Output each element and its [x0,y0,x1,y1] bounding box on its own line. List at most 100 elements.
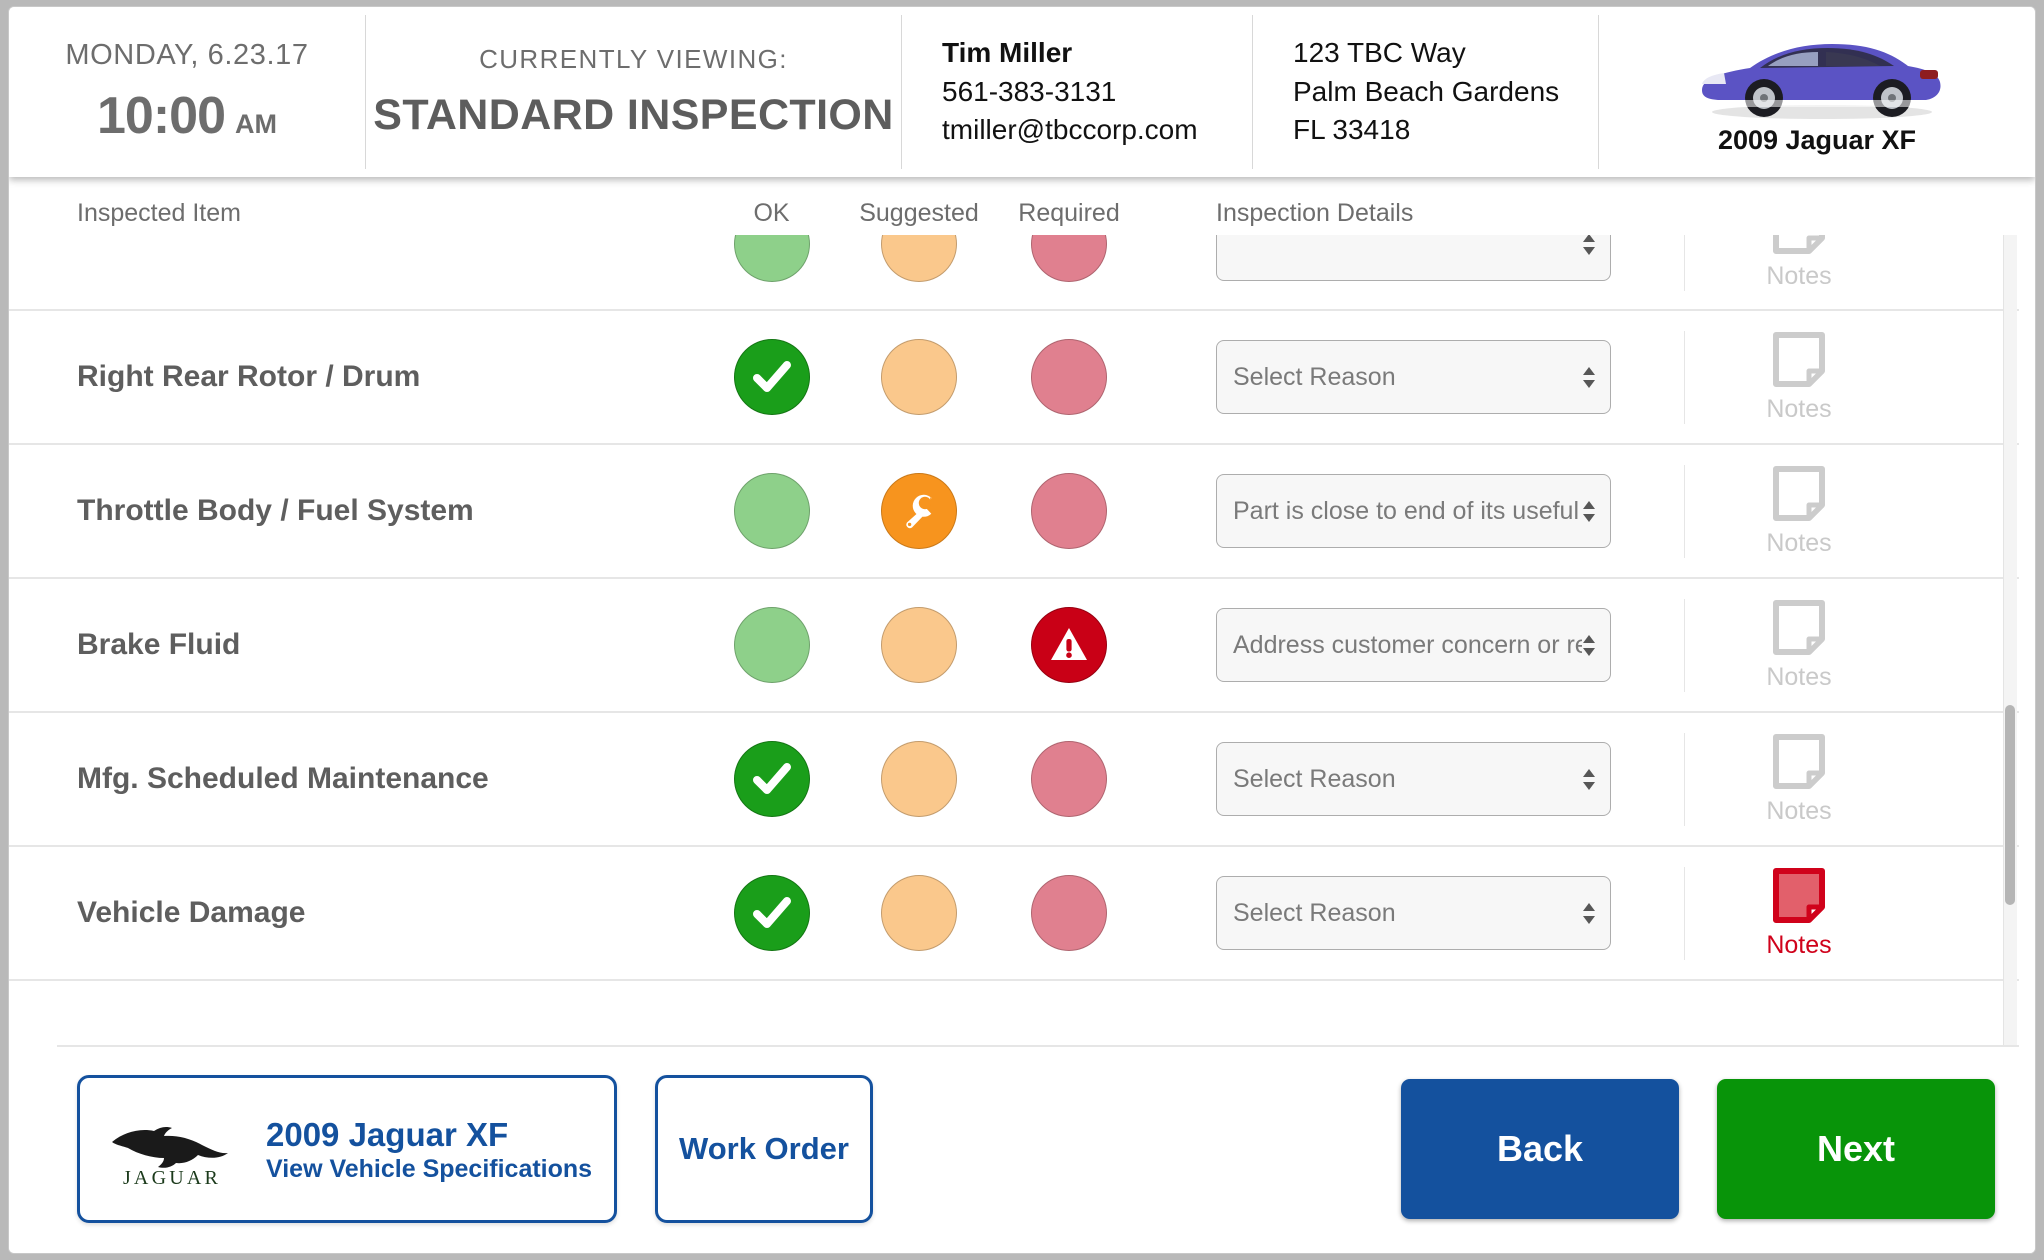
required-status-cell [994,741,1144,817]
column-header-item: Inspected Item [77,198,241,227]
notes-label: Notes [1766,261,1832,290]
required-status-cell [994,473,1144,549]
notes-icon[interactable] [1771,235,1827,256]
reason-select[interactable]: Select Reason [1216,742,1611,816]
reason-select-value: Select Reason [1233,764,1396,793]
required-status-cell [994,875,1144,951]
notes-cell[interactable]: Notes [1684,598,1914,692]
inspection-details-cell: Address customer concern or request. [1144,608,1684,682]
alert-icon[interactable] [1031,607,1107,683]
inspection-details-cell [1144,235,1684,281]
header-datetime: MONDAY, 6.23.17 10:00 AM [9,7,365,177]
inspected-item-label: Vehicle Damage [77,896,306,929]
table-row: Right Rear Rotor / Drum Select Reason Note… [9,311,2019,445]
inspection-details-cell: Select Reason [1144,340,1684,414]
notes-cell[interactable]: Notes [1684,235,1914,291]
table-row: Vehicle Damage Select Reason Notes [9,847,2019,981]
ok-status-cell [699,473,844,549]
notes-label: Notes [1766,394,1832,423]
current-time-group: 10:00 AM [97,86,277,146]
ok-toggle[interactable] [733,607,810,683]
column-header-suggested: Suggested [859,198,979,227]
ok-checked-icon[interactable] [733,875,810,951]
header-currently-viewing: CURRENTLY VIEWING: STANDARD INSPECTION [366,7,901,177]
ok-checked-icon[interactable] [733,741,810,817]
required-toggle[interactable] [1031,875,1107,951]
header-contact: Tim Miller 561-383-3131 tmiller@tbccorp.… [902,7,1252,177]
required-toggle[interactable] [1031,741,1107,817]
scrollbar-track[interactable] [2003,235,2017,1045]
select-spinner-icon[interactable] [1582,634,1596,656]
notes-icon[interactable] [1771,465,1827,523]
reason-select[interactable]: Part is close to end of its useful life. [1216,474,1611,548]
select-spinner-icon[interactable] [1582,902,1596,924]
ok-toggle[interactable] [733,235,810,282]
inspection-type-title: STANDARD INSPECTION [373,91,894,139]
select-spinner-icon[interactable] [1582,235,1596,255]
vehicle-button-subtitle: View Vehicle Specifications [266,1155,593,1184]
notes-cell[interactable]: Notes [1684,464,1914,558]
address-state-zip: FL 33418 [1293,114,1411,146]
vehicle-name: 2009 Jaguar XF [1717,125,1917,155]
reason-select[interactable]: Address customer concern or request. [1216,608,1611,682]
header-address: 123 TBC Way Palm Beach Gardens FL 33418 [1253,7,1598,177]
contact-name: Tim Miller [942,37,1073,69]
notes-column-divider [1684,235,1685,291]
required-toggle[interactable] [1031,339,1107,415]
column-header-required: Required [1018,198,1120,227]
reason-select[interactable]: Select Reason [1216,340,1611,414]
suggested-toggle[interactable] [881,339,957,415]
suggested-status-cell [844,235,994,282]
notes-icon[interactable] [1771,733,1827,791]
inspected-item-label: Right Rear Rotor / Drum [77,360,421,393]
scrollbar-thumb[interactable] [2005,705,2015,905]
notes-cell[interactable]: Notes [1684,330,1914,424]
next-button[interactable]: Next [1717,1079,1995,1219]
notes-cell[interactable]: Notes [1684,866,1914,960]
inspection-table-header: Inspected Item OK Suggested Required Ins… [9,177,2035,235]
suggested-toggle[interactable] [881,875,957,951]
notes-label: Notes [1766,662,1832,691]
ok-toggle[interactable] [733,473,810,549]
notes-icon[interactable] [1771,867,1827,925]
back-button[interactable]: Back [1401,1079,1679,1219]
header-vehicle: 2009 Jaguar XF [1599,7,2035,177]
ok-status-cell [699,339,844,415]
reason-select-value: Select Reason [1233,362,1396,391]
address-street: 123 TBC Way [1293,37,1466,69]
notes-icon[interactable] [1771,331,1827,389]
notes-label: Notes [1766,528,1832,557]
inspected-item-label: Throttle Body / Fuel System [77,494,474,527]
notes-icon[interactable] [1771,599,1827,657]
app-header: MONDAY, 6.23.17 10:00 AM CURRENTLY VIEWI… [9,7,2035,177]
required-toggle[interactable] [1031,235,1107,282]
wrench-icon[interactable] [881,473,957,549]
work-order-button[interactable]: Work Order [655,1075,873,1223]
app-footer: JAGUAR 2009 Jaguar XF View Vehicle Speci… [9,1045,2035,1253]
ok-status-cell [699,235,844,282]
reason-select[interactable]: Select Reason [1216,876,1611,950]
ok-checked-icon[interactable] [733,339,810,415]
suggested-status-cell [844,473,994,549]
suggested-status-cell [844,741,994,817]
suggested-toggle[interactable] [881,741,957,817]
select-spinner-icon[interactable] [1582,366,1596,388]
required-toggle[interactable] [1031,473,1107,549]
notes-column-divider [1684,732,1685,826]
table-row: Brake Fluid Address customer concern or r… [9,579,2019,713]
suggested-toggle[interactable] [881,235,957,282]
notes-cell[interactable]: Notes [1684,732,1914,826]
select-spinner-icon[interactable] [1582,500,1596,522]
inspection-details-cell: Part is close to end of its useful life. [1144,474,1684,548]
suggested-toggle[interactable] [881,607,957,683]
reason-select[interactable] [1216,235,1611,281]
select-spinner-icon[interactable] [1582,768,1596,790]
vehicle-photo [1672,28,1962,123]
required-status-cell [994,607,1144,683]
suggested-status-cell [844,607,994,683]
inspection-app-window: MONDAY, 6.23.17 10:00 AM CURRENTLY VIEWI… [8,6,2036,1254]
view-vehicle-specifications-button[interactable]: JAGUAR 2009 Jaguar XF View Vehicle Speci… [77,1075,617,1223]
contact-phone: 561-383-3131 [942,75,1117,107]
jaguar-logo-icon: JAGUAR [102,1106,242,1192]
inspection-table-scroll-area[interactable]: Notes Right Rear Rotor / Drum Select Reaso… [9,235,2019,1045]
